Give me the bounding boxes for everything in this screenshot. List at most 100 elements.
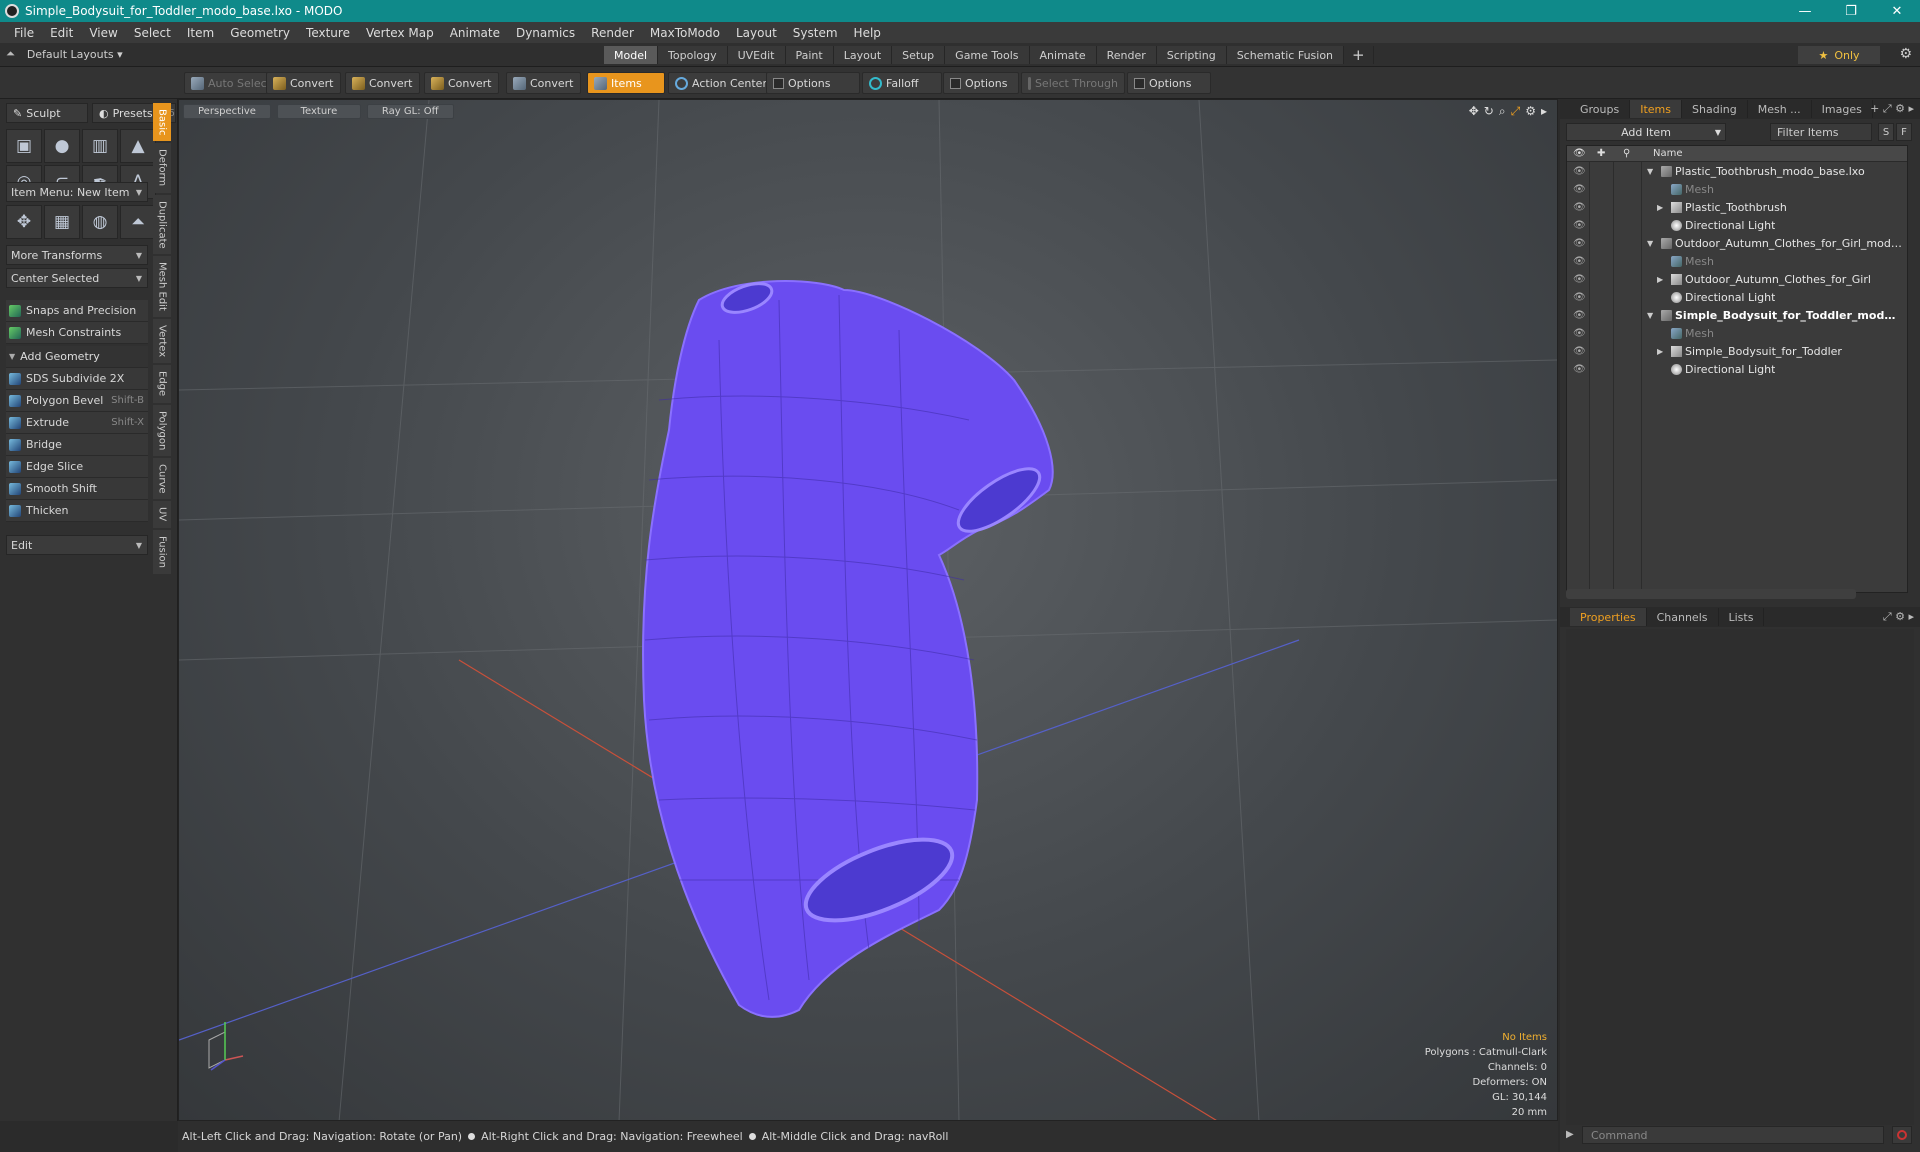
lower-tab-channels[interactable]: Channels <box>1647 608 1719 626</box>
vtab-deform[interactable]: Deform <box>153 143 171 193</box>
menu-texture[interactable]: Texture <box>298 26 358 40</box>
options-button-3[interactable]: Options <box>1127 72 1211 94</box>
vtab-curve[interactable]: Curve <box>153 457 171 500</box>
panel-tab-images[interactable]: Images <box>1812 100 1873 118</box>
texture-menu[interactable]: Texture <box>276 104 361 119</box>
maximize-button[interactable]: ❐ <box>1828 0 1874 22</box>
visibility-eye-icon[interactable]: 👁 <box>1573 184 1586 195</box>
item-row[interactable]: 👁 Directional Light <box>1567 360 1907 378</box>
auto-select-button[interactable]: Auto Select <box>184 72 278 94</box>
sculpt-button[interactable]: ✎ Sculpt <box>6 103 88 123</box>
menu-vertex-map[interactable]: Vertex Map <box>358 26 442 40</box>
item-row[interactable]: 👁 ▼ Outdoor_Autumn_Clothes_for_Girl_modo_ … <box>1567 234 1907 252</box>
menu-system[interactable]: System <box>785 26 846 40</box>
visibility-eye-icon[interactable]: 👁 <box>1573 292 1586 303</box>
visibility-eye-icon[interactable]: 👁 <box>1573 256 1586 267</box>
menu-render[interactable]: Render <box>583 26 642 40</box>
visibility-eye-icon[interactable]: 👁 <box>1573 274 1586 285</box>
options-button-1[interactable]: Options <box>766 72 860 94</box>
viewport-expand-icon[interactable]: ▸ <box>1541 104 1547 119</box>
properties-tools-icon[interactable]: ⤢ ⚙ ▸ <box>1883 610 1914 624</box>
panel-tab-shading[interactable]: Shading <box>1682 100 1748 118</box>
viewport-settings-icon[interactable]: ⚙ <box>1525 104 1536 119</box>
collapse-triangle-icon[interactable]: ▼ <box>1647 239 1653 248</box>
collapse-triangle-icon[interactable]: ▼ <box>1647 167 1653 176</box>
rotate-icon[interactable]: ◍ <box>82 205 118 239</box>
visibility-eye-icon[interactable]: 👁 <box>1573 220 1586 231</box>
layout-tab-game-tools[interactable]: Game Tools <box>945 46 1030 64</box>
vtab-basic[interactable]: Basic <box>153 103 171 142</box>
gear-icon[interactable]: ⚙ <box>1899 46 1912 62</box>
panel-tab-groups[interactable]: Groups <box>1570 100 1631 118</box>
visibility-eye-icon[interactable]: 👁 <box>1573 238 1586 249</box>
edit-dropdown[interactable]: Edit ▼ <box>6 535 148 555</box>
lock-column-icon[interactable]: ✚ <box>1597 148 1605 159</box>
item-row[interactable]: 👁 ▶ Simple_Bodysuit_for_Toddler <box>1567 342 1907 360</box>
vtab-polygon[interactable]: Polygon <box>153 404 171 456</box>
tool-edge-slice[interactable]: Edge Slice <box>6 456 148 478</box>
command-history-button[interactable] <box>1892 1126 1912 1144</box>
tool-sds-subdivide-2x[interactable]: SDS Subdivide 2X <box>6 368 148 390</box>
cube-primitive-icon[interactable]: ▣ <box>6 129 42 163</box>
minimize-button[interactable]: — <box>1782 0 1828 22</box>
menu-maxtomodo[interactable]: MaxToModo <box>642 26 728 40</box>
layout-tab-setup[interactable]: Setup <box>892 46 946 64</box>
cylinder-primitive-icon[interactable]: ▥ <box>82 129 118 163</box>
3d-viewport[interactable]: Perspective Texture Ray GL: Off ✥ ↻ ⌕ ⤢ … <box>178 99 1558 1121</box>
convert-button-3[interactable]: Convert <box>424 72 499 94</box>
vtab-edge[interactable]: Edge <box>153 365 171 403</box>
type-column-icon[interactable]: ⚲ <box>1623 148 1630 159</box>
menu-layout[interactable]: Layout <box>728 26 785 40</box>
menu-animate[interactable]: Animate <box>442 26 508 40</box>
item-row[interactable]: 👁 Directional Light <box>1567 288 1907 306</box>
scale-icon[interactable]: ⏶ <box>120 205 156 239</box>
visibility-eye-icon[interactable]: 👁 <box>1573 202 1586 213</box>
fit-icon[interactable]: ⤢ <box>1511 104 1521 119</box>
layout-tab-uvedit[interactable]: UVEdit <box>727 46 786 64</box>
layout-tab-animate[interactable]: Animate <box>1029 46 1097 64</box>
tool-bridge[interactable]: Bridge <box>6 434 148 456</box>
action-center-button[interactable]: Action Center <box>668 72 774 94</box>
pan-icon[interactable]: ✥ <box>1469 104 1479 119</box>
zoom-icon[interactable]: ⌕ <box>1499 104 1506 119</box>
vtab-uv[interactable]: UV <box>153 501 171 528</box>
layout-menu-icon[interactable]: ⏶ <box>6 47 15 61</box>
menu-edit[interactable]: Edit <box>42 26 81 40</box>
panel-tab-items[interactable]: Items <box>1630 100 1683 118</box>
vtab-mesh-edit[interactable]: Mesh Edit <box>153 256 171 318</box>
panel-tab-mesh[interactable]: Mesh ... <box>1748 100 1812 118</box>
snaps-precision-button[interactable]: Snaps and Precision <box>6 300 148 322</box>
item-menu-dropdown[interactable]: Item Menu: New Item ▼ <box>6 182 148 202</box>
tool-polygon-bevel[interactable]: Polygon Bevel Shift-B <box>6 390 148 412</box>
add-geometry-header[interactable]: ▼ Add Geometry <box>6 346 148 368</box>
f-filter-button[interactable]: F <box>1896 123 1912 141</box>
transform-gizmo-icon[interactable]: ✥ <box>6 205 42 239</box>
orbit-icon[interactable]: ↻ <box>1484 104 1494 119</box>
item-row[interactable]: 👁 Mesh <box>1567 180 1907 198</box>
visibility-eye-icon[interactable]: 👁 <box>1573 310 1586 321</box>
add-item-button[interactable]: Add Item ▼ <box>1566 123 1726 141</box>
expand-triangle-icon[interactable]: ▶ <box>1657 203 1663 212</box>
tool-extrude[interactable]: Extrude Shift-X <box>6 412 148 434</box>
item-row[interactable]: 👁 ▶ Plastic_Toothbrush <box>1567 198 1907 216</box>
cone-primitive-icon[interactable]: ▲ <box>120 129 156 163</box>
item-row[interactable]: 👁 Mesh <box>1567 252 1907 270</box>
lower-tab-lists[interactable]: Lists <box>1719 608 1765 626</box>
convert-button-4[interactable]: Convert <box>506 72 581 94</box>
vtab-duplicate[interactable]: Duplicate <box>153 194 171 255</box>
menu-view[interactable]: View <box>81 26 125 40</box>
layout-tab-topology[interactable]: Topology <box>658 46 728 64</box>
layout-tab-render[interactable]: Render <box>1096 46 1157 64</box>
sphere-primitive-icon[interactable]: ● <box>44 129 80 163</box>
item-row[interactable]: 👁 Directional Light <box>1567 216 1907 234</box>
name-column-header[interactable]: Name <box>1653 148 1683 159</box>
menu-geometry[interactable]: Geometry <box>222 26 298 40</box>
layout-tab-layout[interactable]: Layout <box>833 46 893 64</box>
item-row[interactable]: 👁 Mesh <box>1567 324 1907 342</box>
falloff-button[interactable]: Falloff <box>862 72 942 94</box>
collapse-triangle-icon[interactable]: ▼ <box>1647 311 1653 320</box>
s-filter-button[interactable]: S <box>1878 123 1894 141</box>
lower-tab-properties[interactable]: Properties <box>1570 608 1647 626</box>
items-horizontal-scrollbar[interactable] <box>1566 589 1856 599</box>
options-button-2[interactable]: Options <box>943 72 1019 94</box>
